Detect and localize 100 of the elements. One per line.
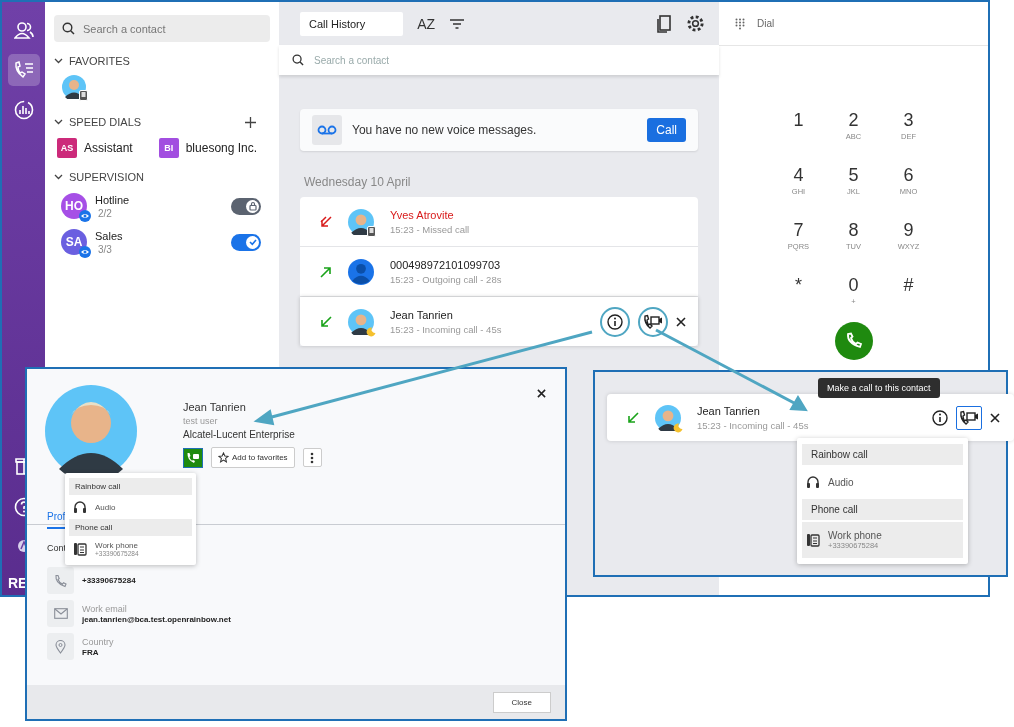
- copy-icon[interactable]: [656, 13, 672, 34]
- field-label: Country: [82, 636, 114, 647]
- call-row[interactable]: Jean Tanrien 15:23 - Incoming call - 45s: [300, 297, 698, 346]
- moon-icon: [673, 422, 683, 433]
- dialpad-title: Dial: [757, 18, 775, 29]
- call-detail: 15:23 - Incoming call - 45s: [697, 419, 809, 431]
- nav-button[interactable]: [7, 54, 40, 86]
- sort-button[interactable]: AZ: [417, 15, 436, 32]
- avatar-icon: [348, 308, 374, 335]
- add-to-favorites-button[interactable]: Add to favorites: [211, 447, 295, 468]
- add-icon[interactable]: [245, 116, 256, 128]
- field-value: +33390675284: [82, 576, 136, 585]
- chart-circle-icon: [13, 100, 34, 120]
- caller-name: Yves Atrovite: [390, 208, 455, 221]
- eye-icon: [79, 210, 91, 222]
- group-name: Sales: [95, 229, 123, 242]
- contact-name: Jean Tanrien: [183, 401, 247, 413]
- close-icon[interactable]: [676, 316, 686, 327]
- field-value: jean.tanrien@bca.test.openrainbow.net: [82, 614, 231, 624]
- settings-icon[interactable]: [686, 14, 705, 33]
- field-value: FRA: [82, 647, 100, 657]
- chevron-down-icon[interactable]: [54, 174, 63, 180]
- call-options-button[interactable]: [956, 405, 982, 430]
- close-button[interactable]: Close: [492, 691, 551, 713]
- search-icon: [62, 22, 75, 35]
- more-button[interactable]: [302, 448, 322, 467]
- chevron-down-icon[interactable]: [54, 58, 63, 64]
- call-detail: 15:23 - Incoming call - 45s: [390, 323, 502, 335]
- toggle-switch[interactable]: [231, 197, 261, 215]
- call-button[interactable]: [834, 322, 873, 360]
- close-icon[interactable]: [990, 412, 1000, 423]
- caller-name: Jean Tanrien: [697, 404, 761, 417]
- avatar-icon: [45, 385, 137, 477]
- eye-icon: [79, 246, 91, 258]
- menu-header: Rainbow call: [802, 444, 963, 465]
- group-count: 3/3: [97, 243, 113, 255]
- envelope-icon: [53, 608, 68, 619]
- info-button[interactable]: [600, 306, 630, 337]
- contact-role: test user: [183, 416, 219, 426]
- caller-name: Jean Tanrien: [390, 308, 454, 321]
- dial-key[interactable]: #: [881, 275, 936, 316]
- menu-item[interactable]: Audio: [802, 467, 963, 497]
- mobile-badge-icon: [79, 90, 88, 101]
- outgoing-call-icon: [320, 265, 332, 278]
- caller-name: 000498972101099703: [390, 258, 502, 271]
- dial-key[interactable]: *: [771, 275, 826, 316]
- phone-icon: [53, 573, 68, 588]
- missed-call-icon: [320, 215, 332, 228]
- dialpad-icon: [735, 17, 745, 30]
- headset-icon: [73, 500, 87, 514]
- tooltip: Make a call to this contact: [818, 378, 940, 398]
- info-icon[interactable]: [932, 409, 948, 426]
- avatar-icon: [348, 258, 374, 285]
- speed-dial-name[interactable]: Assistant: [84, 141, 133, 155]
- voicemail-message: You have no new voice messages.: [352, 123, 538, 137]
- mobile-badge-icon: [367, 225, 376, 237]
- menu-item[interactable]: Audio: [69, 497, 192, 517]
- call-row[interactable]: Jean Tanrien 15:23 - Incoming call - 45s: [607, 394, 1014, 441]
- initials-badge[interactable]: BI: [158, 138, 179, 158]
- menu-header: Rainbow call: [69, 478, 192, 495]
- group-name: Hotline: [95, 193, 130, 206]
- phone-list-icon: [13, 61, 34, 79]
- phone-video-icon: [643, 313, 663, 330]
- speed-dial-name[interactable]: bluesong Inc.: [185, 141, 258, 155]
- view-dropdown[interactable]: Call History: [300, 11, 404, 36]
- field-label: Work email: [82, 603, 128, 614]
- date-heading: Wednesday 10 April: [304, 175, 412, 189]
- people-icon: [13, 21, 34, 39]
- contact-company: Alcatel-Lucent Enterprise: [183, 429, 296, 440]
- section-title: FAVORITES: [69, 55, 130, 67]
- filter-icon[interactable]: [449, 17, 466, 30]
- group-count: 2/2: [97, 207, 113, 219]
- headset-icon: [806, 475, 820, 489]
- close-icon[interactable]: [537, 389, 546, 398]
- call-row[interactable]: 000498972101099703 15:23 - Outgoing call - 28s: [300, 247, 698, 297]
- dial-key[interactable]: 1: [771, 110, 826, 151]
- location-pin-icon: [55, 639, 66, 654]
- phone-video-icon: [959, 409, 979, 426]
- section-title: SPEED DIALS: [69, 116, 142, 128]
- call-button[interactable]: [183, 447, 203, 468]
- incoming-call-icon: [320, 315, 332, 328]
- search-icon: [292, 54, 304, 66]
- call-options-button[interactable]: [638, 306, 668, 337]
- moon-icon: [366, 326, 376, 337]
- desk-phone-icon: [806, 533, 820, 547]
- phone-video-icon: [186, 451, 200, 464]
- search-field[interactable]: Search a contact: [54, 15, 270, 42]
- star-icon: [218, 452, 229, 463]
- section-title: Cont: [47, 543, 66, 553]
- check-icon: [247, 237, 258, 247]
- initials-badge[interactable]: AS: [57, 138, 77, 158]
- avatar-icon: [655, 404, 681, 431]
- chevron-down-icon[interactable]: [54, 119, 63, 125]
- search-field[interactable]: Search a contact: [279, 45, 719, 75]
- more-icon: [310, 451, 315, 464]
- voicemail-icon: [317, 125, 337, 135]
- toggle-switch[interactable]: [231, 233, 261, 251]
- call-row[interactable]: Yves Atrovite 15:23 - Missed call: [300, 197, 698, 247]
- menu-header: Phone call: [802, 499, 963, 520]
- call-button[interactable]: Call: [647, 118, 686, 142]
